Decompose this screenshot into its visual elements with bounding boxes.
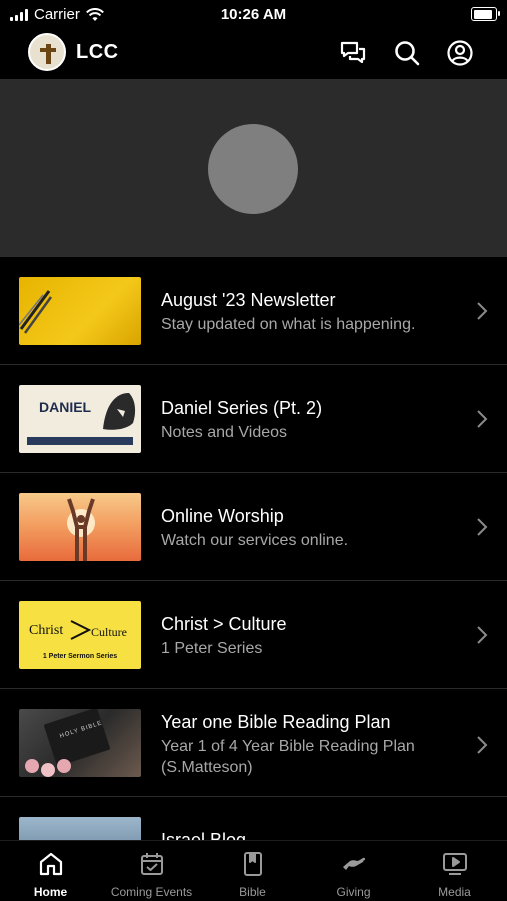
status-time: 10:26 AM <box>220 6 287 23</box>
book-icon <box>244 852 262 876</box>
daniel-thumbnail: DANIEL <box>19 385 141 453</box>
chevron-right-icon <box>477 736 488 754</box>
list-item-daniel-series[interactable]: DANIEL Daniel Series (Pt. 2) Notes and V… <box>0 365 507 473</box>
status-bar: Carrier 10:26 AM <box>0 0 507 28</box>
worship-thumbnail <box>19 493 141 561</box>
chevron-right-icon <box>477 302 488 320</box>
list-item-title: Daniel Series (Pt. 2) <box>161 398 323 418</box>
giving-hand-icon <box>343 857 366 870</box>
list-item-subtitle: 1 Peter Series <box>161 640 263 657</box>
media-play-icon <box>443 853 467 875</box>
list-item-title: Christ > Culture <box>161 614 287 634</box>
app-title: LCC <box>76 41 119 63</box>
list-item-newsletter[interactable]: August '23 Newsletter Stay updated on wh… <box>0 257 507 365</box>
hero-banner <box>0 79 507 257</box>
tab-label: Home <box>33 885 68 899</box>
church-logo[interactable] <box>28 33 66 71</box>
list-item-bible-reading-plan[interactable]: HOLY BIBLE Year one Bible Reading Plan Y… <box>0 689 507 797</box>
culture-thumb-text: Culture <box>91 625 127 639</box>
list-item-israel-blog[interactable]: Israel Blog <box>0 797 507 840</box>
list-item-subtitle: Watch our services online. <box>161 532 349 549</box>
christ-thumb-text: Christ <box>29 623 64 638</box>
tab-home[interactable]: Home <box>0 841 101 901</box>
bible-thumbnail: HOLY BIBLE <box>19 709 141 777</box>
tab-label: Giving <box>336 885 371 899</box>
list-item-title: Year one Bible Reading Plan <box>161 712 391 732</box>
christ-culture-thumbnail: Christ Culture 1 Peter Sermon Series <box>19 601 141 669</box>
battery-icon <box>471 7 500 21</box>
tab-label: Bible <box>239 885 266 899</box>
content-list: August '23 Newsletter Stay updated on wh… <box>0 257 507 840</box>
tab-giving[interactable]: Giving <box>303 841 404 901</box>
tab-media[interactable]: Media <box>404 841 505 901</box>
calendar-icon <box>141 853 163 875</box>
messages-icon[interactable] <box>338 38 368 68</box>
tab-coming-events[interactable]: Coming Events <box>101 841 202 901</box>
bottom-tab-bar: Home Coming Events Bible Giving Media <box>0 840 507 901</box>
list-item-online-worship[interactable]: Online Worship Watch our services online… <box>0 473 507 581</box>
search-icon[interactable] <box>392 38 422 68</box>
list-item-subtitle: Stay updated on what is happening. <box>161 316 416 333</box>
daniel-thumb-text: DANIEL <box>39 399 92 415</box>
list-item-title: August '23 Newsletter <box>161 290 336 310</box>
chevron-right-icon <box>477 518 488 536</box>
list-item-christ-culture[interactable]: Christ Culture 1 Peter Sermon Series Chr… <box>0 581 507 689</box>
tab-label: Coming Events <box>110 885 193 899</box>
list-item-subtitle: Year 1 of 4 Year Bible Reading Plan (S.M… <box>161 738 415 776</box>
christ-thumb-caption: 1 Peter Sermon Series <box>42 653 118 660</box>
list-item-title: Israel Blog <box>161 830 247 840</box>
battery-fill <box>473 9 492 19</box>
list-item-title: Online Worship <box>161 506 284 526</box>
list-item-subtitle: Notes and Videos <box>161 424 288 441</box>
chevron-right-icon <box>477 626 488 644</box>
account-icon[interactable] <box>445 38 475 68</box>
israel-thumbnail <box>19 817 141 840</box>
home-icon <box>39 852 63 876</box>
hero-avatar-placeholder <box>208 124 298 214</box>
tab-label: Media <box>438 885 471 899</box>
chevron-right-icon <box>477 410 488 428</box>
newsletter-thumbnail <box>19 277 141 345</box>
tab-bible[interactable]: Bible <box>202 841 303 901</box>
app-header: LCC <box>0 28 507 78</box>
